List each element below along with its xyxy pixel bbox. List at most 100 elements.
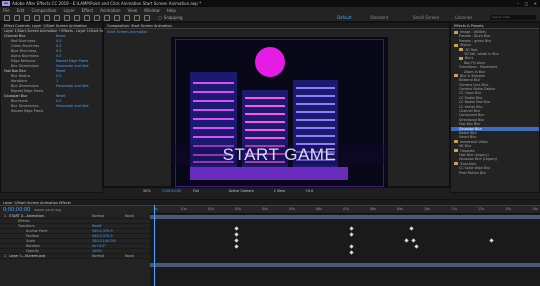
property-name: Green Blurriness [11, 44, 40, 48]
view-layout-select[interactable]: 1 View [274, 189, 285, 193]
keyframe-area[interactable] [150, 214, 540, 286]
keyframe-marker[interactable] [409, 226, 414, 231]
resolution-select[interactable]: Full [193, 189, 199, 193]
effect-label: Image - Utilities [460, 30, 487, 34]
menu-item[interactable]: Edit [17, 8, 25, 13]
composition-subtab[interactable]: Start Screen Animation [104, 29, 449, 35]
pan-behind-tool-icon[interactable] [64, 14, 70, 21]
menu-item[interactable]: File [3, 8, 10, 13]
exposure-value[interactable]: +0.0 [305, 189, 313, 193]
keyframe-marker[interactable] [404, 238, 409, 243]
workspace-small-screen[interactable]: Small Screen [413, 15, 439, 20]
keyframe-marker[interactable] [414, 244, 419, 249]
keyframe-marker[interactable] [234, 226, 239, 231]
effect-label: Gaussian Blur (Legacy) [459, 157, 498, 162]
layer-blend-mode[interactable]: Normal [92, 254, 104, 259]
current-time-indicator[interactable] [154, 205, 155, 286]
layer-duration-bar[interactable] [150, 263, 540, 267]
building-window-stripe [245, 137, 285, 139]
layer-name: Anchor Point [26, 229, 48, 233]
layer-name: Transform [18, 224, 35, 228]
menu-item[interactable]: Animation [100, 8, 120, 13]
ruler-tick-label: 03s [235, 207, 241, 211]
search-help-input[interactable]: Search Help [490, 15, 536, 20]
menu-item[interactable]: Window [144, 8, 160, 13]
snapping-checkbox[interactable]: ▢ [158, 15, 162, 20]
brush-tool-icon[interactable] [104, 14, 110, 21]
timeline-layer-row[interactable]: 2 Layer 1...tScreen.psd Normal None [0, 254, 150, 259]
camera-select[interactable]: Active Camera [229, 189, 254, 193]
minimize-icon[interactable]: – [517, 1, 519, 6]
menu-item[interactable]: Composition [31, 8, 56, 13]
menu-item[interactable]: Help [167, 8, 176, 13]
hand-tool-icon[interactable] [24, 14, 30, 21]
workspace-standard[interactable]: Standard [370, 15, 388, 20]
ruler-tick-label: 11s [451, 207, 457, 211]
puppet-tool-icon[interactable] [144, 14, 150, 21]
property-name: Blur Dimensions [11, 104, 39, 108]
effects-presets-panel: Effects & Presets Image - Utilities Prese… [450, 22, 540, 193]
title-bar: Adobe After Effects CC 2019 - E:\LAMP\Po… [0, 0, 540, 7]
workspace-libraries[interactable]: Libraries [455, 15, 472, 20]
effect-label: Fast Blur (Legacy) [459, 152, 489, 157]
effect-label: Blur & Sharpen [460, 73, 486, 78]
layer-parent[interactable]: None [125, 254, 134, 259]
keyframe-marker[interactable] [489, 238, 494, 243]
rectangle-tool-icon[interactable] [74, 14, 80, 21]
effect-label: Obsolete [460, 148, 475, 153]
layer-duration-bar[interactable] [150, 215, 540, 219]
folder-icon [454, 149, 458, 153]
folder-icon [454, 74, 458, 78]
home-icon[interactable] [4, 14, 10, 21]
effect-label: Bilateral Blur [459, 78, 481, 83]
selection-tool-icon[interactable] [14, 14, 20, 21]
current-time[interactable]: 0;00;00;00 [163, 189, 182, 193]
viewer-controls-bar: 50% 0;00;00;00 Full Active Camera 1 View… [103, 187, 450, 193]
effect-list-item[interactable]: Pixel Motion Blur [451, 171, 539, 175]
keyframe-marker[interactable] [234, 244, 239, 249]
keyframe-marker[interactable] [234, 238, 239, 243]
keyframe-marker[interactable] [234, 232, 239, 237]
building-window-stripe [193, 109, 234, 111]
zoom-tool-icon[interactable] [34, 14, 40, 21]
close-icon[interactable]: ✕ [534, 1, 537, 6]
pen-tool-icon[interactable] [84, 14, 90, 21]
folder-icon [459, 56, 463, 60]
effect-label: Zoom-In Blur [464, 69, 486, 74]
tools-toolbar: ▢ Snapping Default Standard Small Screen… [0, 13, 540, 22]
time-ruler[interactable]: 0s 01s 02s 03s 04s 05s 06s 07s 08s 09s 10s 11s 12s 13… [150, 206, 540, 214]
clone-stamp-tool-icon[interactable] [114, 14, 120, 21]
effect-label: CC Cross Blur [459, 91, 482, 96]
ruler-tick-label: 13s [505, 207, 511, 211]
menu-item[interactable]: Effect [82, 8, 94, 13]
menu-item[interactable]: Layer [63, 8, 74, 13]
building-window-stripe [245, 129, 285, 131]
workspace-default[interactable]: Default [337, 15, 352, 20]
camera-tool-icon[interactable] [54, 14, 60, 21]
keyframe-marker[interactable] [411, 238, 416, 243]
composition-canvas[interactable]: START GAME [171, 37, 388, 189]
effect-label: Stylize [460, 43, 471, 48]
effect-label: Transition [460, 161, 476, 166]
timeline-timecode[interactable]: 0;00;00;00 [3, 207, 30, 213]
maximize-icon[interactable]: □ [525, 1, 529, 6]
keyframe-marker[interactable] [349, 250, 354, 255]
type-tool-icon[interactable] [94, 14, 100, 21]
eraser-tool-icon[interactable] [124, 14, 130, 21]
effect-property-row[interactable]: Repeat Edge Pixels [1, 109, 102, 114]
keyframe-marker[interactable] [349, 226, 354, 231]
rotate-tool-icon[interactable] [44, 14, 50, 21]
zoom-level[interactable]: 50% [143, 189, 151, 193]
keyframe-marker[interactable] [349, 232, 354, 237]
roto-brush-tool-icon[interactable] [134, 14, 140, 21]
layer-number: 1 [4, 214, 7, 218]
menu-item[interactable]: View [128, 8, 138, 13]
window-title: Adobe After Effects CC 2019 - E:\LAMP\Po… [12, 1, 202, 6]
effect-label: Smart Blur [459, 135, 477, 140]
ruler-tick-label: 04s [262, 207, 268, 211]
building-window-stripe [193, 100, 234, 102]
effect-label: Presets - Blurs Blur [459, 34, 491, 39]
effect-label: Box Fly blurs [464, 60, 486, 65]
property-name: Channel Blur [4, 34, 26, 38]
keyframe-marker[interactable] [349, 244, 354, 249]
